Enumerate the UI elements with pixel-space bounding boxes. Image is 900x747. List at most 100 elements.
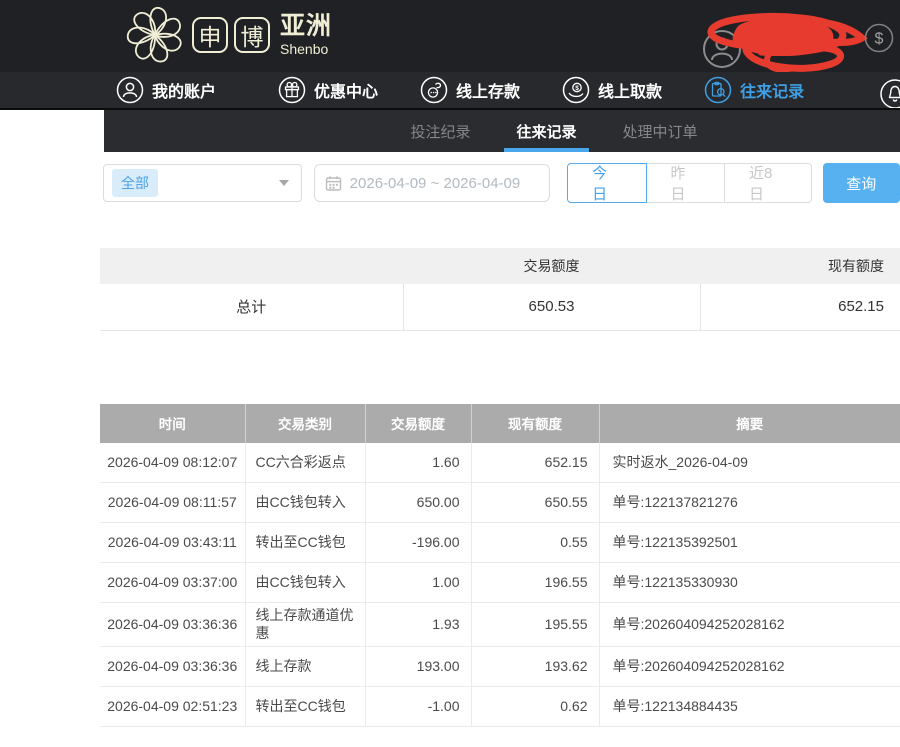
table-row: 2026-04-09 03:37:00 由CC钱包转入 1.00 196.55 …: [100, 563, 900, 603]
nav-item-transaction-records[interactable]: 往来记录: [704, 76, 804, 104]
quick-button-today[interactable]: 今日: [567, 163, 646, 203]
red-scribble-annotation: [691, 6, 876, 72]
cell-time: 2026-04-09 08:12:07: [100, 443, 245, 483]
summary-header-balance: 现有额度: [700, 248, 900, 284]
brand-logo[interactable]: 申 博 亚洲 Shenbo: [126, 6, 332, 64]
records-header-row: 时间 交易类别 交易额度 现有额度 摘要: [100, 404, 900, 443]
nav-item-online-deposit[interactable]: 线上存款: [420, 76, 520, 104]
gift-icon: [278, 76, 306, 104]
cell-amount: 193.00: [365, 647, 471, 687]
cell-time: 2026-04-09 03:36:36: [100, 647, 245, 687]
main-navigation: 我的账户 优惠中心 线上存款 $ 线上取款: [0, 72, 900, 110]
records-table: 时间 交易类别 交易额度 现有额度 摘要 2026-04-09 08:12:07…: [100, 404, 900, 728]
svg-text:$: $: [875, 31, 884, 48]
table-row: 2026-04-09 03:43:11 转出至CC钱包 -196.00 0.55…: [100, 523, 900, 563]
cell-type: 由CC钱包转入: [245, 483, 365, 523]
summary-header-empty: [100, 248, 403, 284]
notifications-bell-icon[interactable]: [878, 77, 900, 110]
brand-latin-label: Shenbo: [280, 42, 332, 56]
cell-memo: 单号:202604094252028162: [599, 647, 900, 687]
hand-dollar-icon: $: [562, 76, 590, 104]
search-button[interactable]: 查询: [823, 163, 900, 203]
table-row: 2026-04-09 08:12:07 CC六合彩返点 1.60 652.15 …: [100, 443, 900, 483]
record-tabs: 投注纪录 往来记录 处理中订单: [104, 110, 900, 152]
flower-logo-icon: [126, 6, 184, 64]
nav-item-label: 线上存款: [456, 78, 520, 102]
cell-balance: 193.62: [471, 647, 599, 687]
tab-transaction-records[interactable]: 往来记录: [510, 110, 582, 152]
filter-bar: 全部 2026-04-09 ~ 2026-04-09 今日 昨日 近8日 查询: [103, 163, 900, 203]
cell-balance: 195.55: [471, 603, 599, 647]
cell-time: 2026-04-09 02:51:23: [100, 687, 245, 727]
date-range-value: 2026-04-09 ~ 2026-04-09: [350, 175, 521, 192]
quick-button-last8days[interactable]: 近8日: [724, 163, 812, 203]
cell-amount: 1.00: [365, 563, 471, 603]
site-header: 申 博 亚洲 Shenbo $: [0, 0, 900, 72]
cell-memo: 单号:202604094252028162: [599, 603, 900, 647]
cell-balance: 0.62: [471, 687, 599, 727]
cell-amount: -1.00: [365, 687, 471, 727]
col-header-amount: 交易额度: [365, 404, 471, 443]
table-row: 2026-04-09 03:36:36 线上存款通道优惠 1.93 195.55…: [100, 603, 900, 647]
cell-amount: 1.60: [365, 443, 471, 483]
cell-time: 2026-04-09 03:37:00: [100, 563, 245, 603]
col-header-time: 时间: [100, 404, 245, 443]
summary-table: 交易额度 现有额度 总计 650.53 652.15: [100, 248, 900, 331]
cell-balance: 650.55: [471, 483, 599, 523]
table-row: 2026-04-09 02:51:23 转出至CC钱包 -1.00 0.62 单…: [100, 687, 900, 727]
balance-dollar-icon[interactable]: $: [863, 22, 895, 54]
cell-time: 2026-04-09 03:36:36: [100, 603, 245, 647]
selected-type-tag: 全部: [112, 169, 158, 197]
table-row: 2026-04-09 03:36:36 线上存款 193.00 193.62 单…: [100, 647, 900, 687]
cell-type: CC六合彩返点: [245, 443, 365, 483]
tab-pending-orders[interactable]: 处理中订单: [617, 110, 704, 152]
cell-memo: 实时返水_2026-04-09: [599, 443, 900, 483]
summary-balance-total: 652.15: [700, 284, 900, 330]
brand-region-label: 亚洲: [280, 14, 332, 39]
chevron-down-icon: [279, 180, 289, 186]
date-range-input[interactable]: 2026-04-09 ~ 2026-04-09: [314, 164, 550, 202]
clipboard-search-icon: [704, 76, 732, 104]
cell-balance: 652.15: [471, 443, 599, 483]
brand-char-bo: 博: [234, 17, 270, 53]
summary-header-transaction: 交易额度: [403, 248, 700, 284]
user-icon: [116, 76, 144, 104]
cell-amount: 650.00: [365, 483, 471, 523]
quick-button-yesterday[interactable]: 昨日: [646, 163, 725, 203]
cell-amount: -196.00: [365, 523, 471, 563]
cell-type: 转出至CC钱包: [245, 523, 365, 563]
cell-type: 线上存款: [245, 647, 365, 687]
cell-memo: 单号:122135392501: [599, 523, 900, 563]
tab-betting-records[interactable]: 投注纪录: [404, 110, 476, 152]
nav-item-label: 我的账户: [152, 78, 216, 102]
summary-transaction-total: 650.53: [403, 284, 700, 330]
summary-header-row: 交易额度 现有额度: [100, 248, 900, 284]
col-header-balance: 现有额度: [471, 404, 599, 443]
cell-balance: 196.55: [471, 563, 599, 603]
svg-text:$: $: [575, 85, 579, 92]
cell-time: 2026-04-09 03:43:11: [100, 523, 245, 563]
cell-type: 转出至CC钱包: [245, 687, 365, 727]
nav-item-my-account[interactable]: 我的账户: [116, 76, 216, 104]
cell-amount: 1.93: [365, 603, 471, 647]
col-header-memo: 摘要: [599, 404, 900, 443]
transaction-type-select[interactable]: 全部: [103, 164, 302, 202]
calendar-icon: [325, 175, 342, 192]
cell-type: 线上存款通道优惠: [245, 603, 365, 647]
summary-total-row: 总计 650.53 652.15: [100, 284, 900, 330]
nav-item-label: 往来记录: [740, 78, 804, 102]
table-row: 2026-04-09 08:11:57 由CC钱包转入 650.00 650.5…: [100, 483, 900, 523]
cell-memo: 单号:122135330930: [599, 563, 900, 603]
nav-item-label: 线上取款: [598, 78, 662, 102]
col-header-type: 交易类别: [245, 404, 365, 443]
quick-range-group: 今日 昨日 近8日: [567, 163, 812, 203]
page-content: 全部 2026-04-09 ~ 2026-04-09 今日 昨日 近8日 查询: [0, 163, 900, 727]
cell-type: 由CC钱包转入: [245, 563, 365, 603]
nav-item-promotions[interactable]: 优惠中心: [278, 76, 378, 104]
cell-balance: 0.55: [471, 523, 599, 563]
cell-time: 2026-04-09 08:11:57: [100, 483, 245, 523]
nav-item-online-withdrawal[interactable]: $ 线上取款: [562, 76, 662, 104]
hand-coins-icon: [420, 76, 448, 104]
brand-char-shen: 申: [192, 17, 228, 53]
summary-total-label: 总计: [100, 284, 403, 330]
